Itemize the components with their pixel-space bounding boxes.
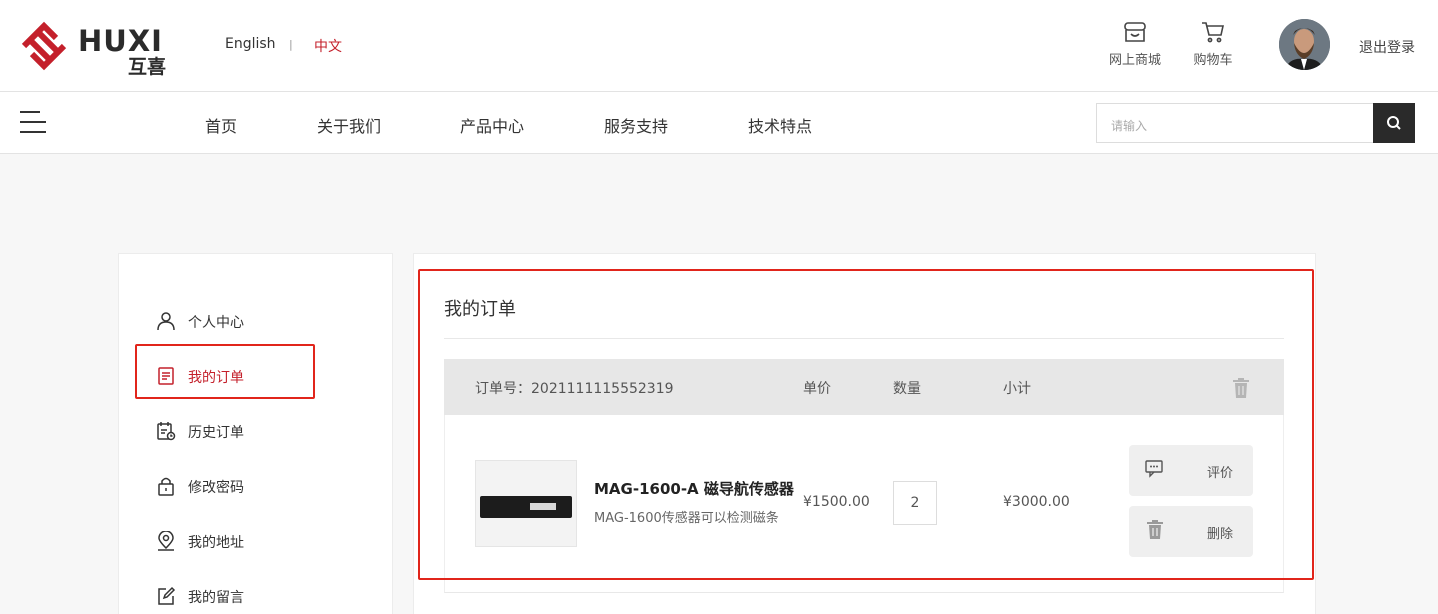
- logo-mark-icon: [21, 21, 67, 71]
- history-icon: [157, 422, 176, 441]
- cart-link[interactable]: 购物车: [1190, 20, 1236, 68]
- sidebar-item-label: 我的地址: [188, 535, 244, 551]
- sidebar-item-label: 个人中心: [188, 315, 244, 331]
- search-icon: [1387, 116, 1401, 130]
- nav-item-support[interactable]: 服务支持: [604, 113, 668, 137]
- user-icon: [157, 312, 175, 331]
- avatar-image: [1279, 19, 1330, 70]
- sidebar-item-my-address[interactable]: 我的地址: [140, 526, 380, 556]
- sidebar-item-my-messages[interactable]: 我的留言: [140, 581, 380, 611]
- main-nav: 首页 关于我们 产品中心 服务支持 技术特点 请输入: [0, 92, 1438, 154]
- sidebar-item-history-orders[interactable]: 历史订单: [140, 416, 380, 446]
- logo-subtitle: 互喜: [128, 56, 167, 78]
- sidebar-item-change-password[interactable]: 修改密码: [140, 471, 380, 501]
- search-button[interactable]: [1373, 103, 1415, 143]
- lock-icon: [158, 477, 174, 496]
- sidebar-item-profile[interactable]: 个人中心: [140, 306, 380, 336]
- sidebar-item-label: 我的留言: [188, 590, 244, 606]
- hamburger-menu-icon[interactable]: [20, 111, 46, 133]
- edit-icon: [158, 586, 176, 605]
- site-header: HUXI 互喜 English | 中文 网上商城 购物车 退出登录: [0, 0, 1438, 92]
- sidebar-item-label: 修改密码: [188, 480, 244, 496]
- search-input[interactable]: 请输入: [1096, 103, 1374, 143]
- annotation-highlight-orders: [418, 269, 1314, 580]
- nav-item-products[interactable]: 产品中心: [460, 113, 524, 137]
- online-shop-link[interactable]: 网上商城: [1104, 20, 1166, 68]
- cart-icon: [1202, 22, 1224, 43]
- lang-chinese[interactable]: 中文: [314, 36, 342, 56]
- annotation-highlight-sidebar: [135, 344, 315, 399]
- logout-link[interactable]: 退出登录: [1359, 37, 1415, 57]
- location-icon: [158, 531, 174, 551]
- lang-separator: |: [289, 38, 293, 51]
- sidebar-item-label: 历史订单: [188, 425, 244, 441]
- cart-label: 购物车: [1193, 53, 1233, 68]
- nav-item-about[interactable]: 关于我们: [317, 113, 381, 137]
- nav-item-tech[interactable]: 技术特点: [748, 113, 812, 137]
- nav-item-home[interactable]: 首页: [205, 113, 237, 137]
- store-icon: [1124, 22, 1146, 42]
- online-shop-label: 网上商城: [1108, 53, 1161, 68]
- logo[interactable]: HUXI 互喜: [16, 18, 168, 78]
- avatar[interactable]: [1279, 19, 1330, 70]
- lang-english[interactable]: English: [225, 36, 276, 52]
